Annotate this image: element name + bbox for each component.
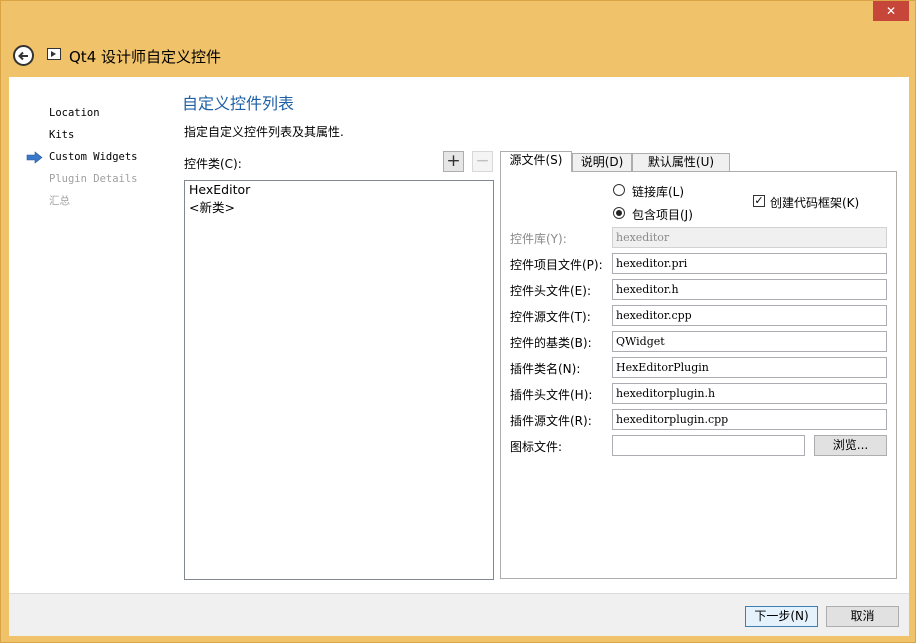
step-custom-widgets: Custom Widgets <box>49 151 138 163</box>
widget-header-file-field[interactable]: hexeditor.h <box>612 279 887 300</box>
page-subtitle: 指定自定义控件列表及其属性. <box>184 125 344 139</box>
include-project-label: 包含项目(J) <box>632 208 693 222</box>
create-skeleton-checkbox[interactable]: ✓ <box>753 195 765 207</box>
icon-file-label: 图标文件: <box>510 440 563 454</box>
widget-base-class-label: 控件的基类(B): <box>510 336 592 350</box>
link-library-label: 链接库(L) <box>632 185 685 199</box>
widget-header-file-label: 控件头文件(E): <box>510 284 591 298</box>
create-skeleton-label: 创建代码框架(K) <box>770 196 860 210</box>
window-title: Qt4 设计师自定义控件 <box>69 48 222 66</box>
wizard-steps: Location Kits Custom Widgets Plugin Deta… <box>49 106 138 216</box>
add-class-button[interactable]: + <box>443 151 464 172</box>
tab-default-properties[interactable]: 默认属性(U) <box>632 153 730 172</box>
arrow-right-icon <box>26 151 43 164</box>
plugin-source-file-field[interactable]: hexeditorplugin.cpp <box>612 409 887 430</box>
step-location: Location <box>49 107 100 119</box>
widget-project-file-field[interactable]: hexeditor.pri <box>612 253 887 274</box>
list-item[interactable]: <新类> <box>185 199 493 217</box>
plugin-header-file-label: 插件头文件(H): <box>510 388 593 402</box>
widget-project-file-label: 控件项目文件(P): <box>510 258 603 272</box>
remove-class-button[interactable]: − <box>472 151 493 172</box>
browse-button[interactable]: 浏览... <box>814 435 887 456</box>
class-list-label: 控件类(C): <box>184 157 242 171</box>
widget-base-class-field[interactable]: QWidget <box>612 331 887 352</box>
window-frame: ✕ Qt4 设计师自定义控件 Location Kits Custom Widg… <box>0 0 916 643</box>
step-summary: 汇总 <box>49 195 70 207</box>
widget-source-file-label: 控件源文件(T): <box>510 310 591 324</box>
page-title: 自定义控件列表 <box>182 94 295 113</box>
next-button[interactable]: 下一步(N) <box>745 606 818 627</box>
wizard-client: Location Kits Custom Widgets Plugin Deta… <box>9 77 909 593</box>
link-library-radio[interactable] <box>613 184 625 196</box>
list-item[interactable]: HexEditor <box>185 181 493 199</box>
source-files-pane: 链接库(L) 包含项目(J) ✓ 创建代码框架(K) 控件库(Y): hexed… <box>500 171 897 579</box>
cancel-button[interactable]: 取消 <box>826 606 899 627</box>
icon-file-field[interactable] <box>612 435 805 456</box>
step-kits: Kits <box>49 129 75 141</box>
close-icon[interactable]: ✕ <box>873 1 909 21</box>
step-plugin-details: Plugin Details <box>49 173 138 185</box>
include-project-radio[interactable] <box>613 207 625 219</box>
app-icon <box>47 48 61 60</box>
plugin-header-file-field[interactable]: hexeditorplugin.h <box>612 383 887 404</box>
plugin-class-name-label: 插件类名(N): <box>510 362 581 376</box>
tab-source-files[interactable]: 源文件(S) <box>500 151 572 172</box>
class-listbox[interactable]: HexEditor <新类> <box>184 180 494 580</box>
tab-description[interactable]: 说明(D) <box>572 153 632 172</box>
widget-source-file-field[interactable]: hexeditor.cpp <box>612 305 887 326</box>
widget-library-field[interactable]: hexeditor <box>612 227 887 248</box>
plugin-source-file-label: 插件源文件(R): <box>510 414 592 428</box>
button-bar: 下一步(N) 取消 <box>9 593 909 636</box>
widget-library-label: 控件库(Y): <box>510 232 567 246</box>
plugin-class-name-field[interactable]: HexEditorPlugin <box>612 357 887 378</box>
back-arrow-icon[interactable] <box>13 45 34 66</box>
